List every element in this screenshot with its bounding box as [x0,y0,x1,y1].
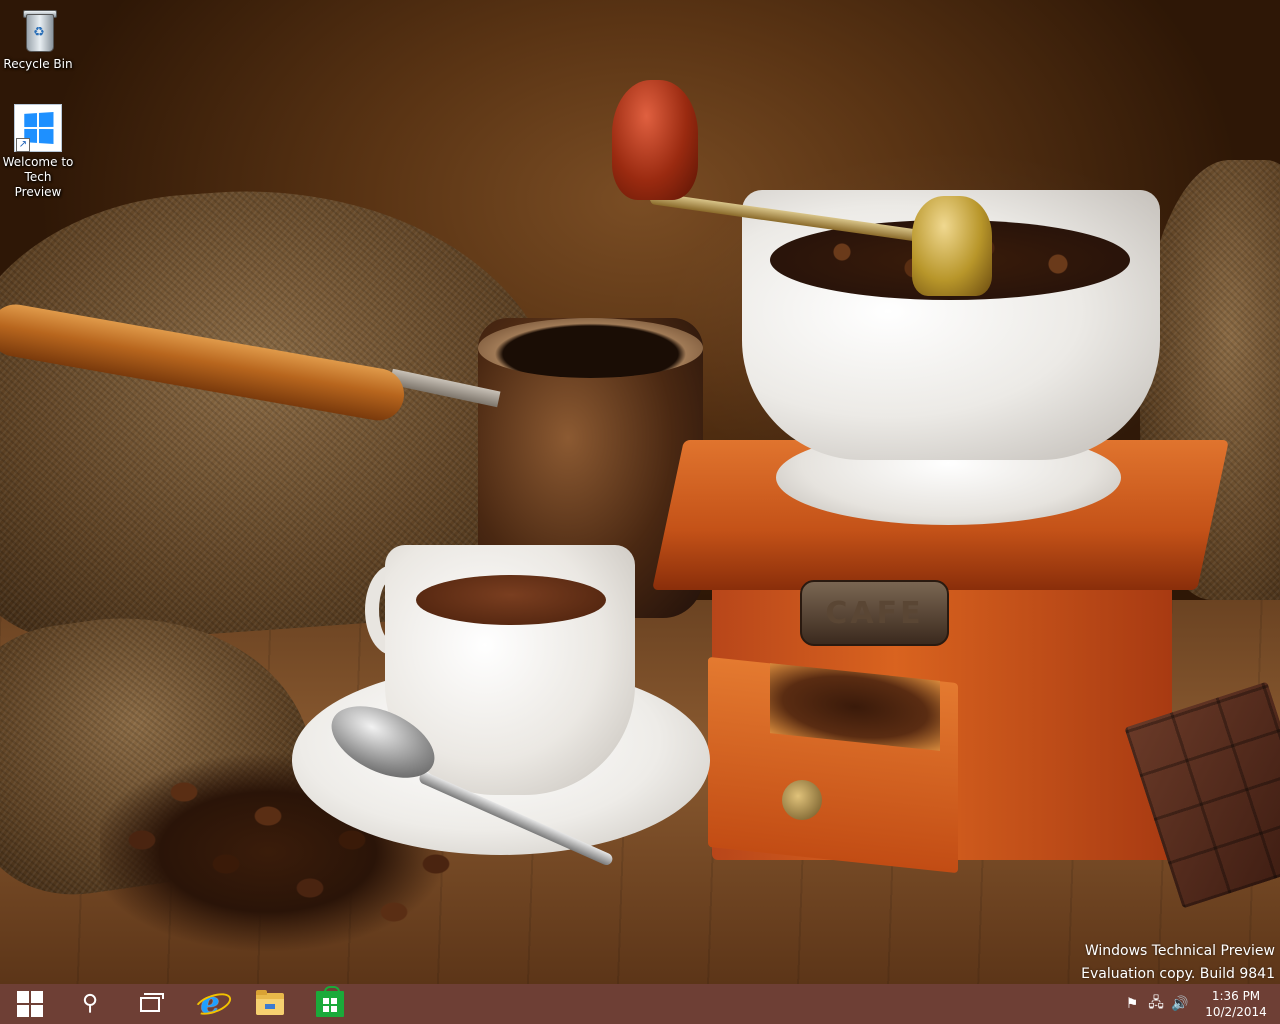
taskbar-clock[interactable]: 1:36 PM 10/2/2014 [1198,984,1274,1024]
search-icon: ⚲ [81,991,99,1016]
watermark-line-2: Evaluation copy. Build 9841 [1081,966,1275,982]
desktop[interactable]: CAFE ♻ Recycle Bin ↗ Welcome to Tech Pre… [0,0,1280,1024]
folder-icon [256,990,284,1015]
recycle-bin-icon: ♻ [14,6,62,54]
start-button[interactable] [0,984,60,1024]
system-tray: ⚑ 🖧 🔊 1:36 PM 10/2/2014 [1120,984,1280,1024]
search-button[interactable]: ⚲ [60,984,120,1024]
flag-icon[interactable]: ⚑ [1120,984,1144,1024]
internet-explorer-button[interactable]: e [180,984,240,1024]
wallpaper-coffee-liquid [416,575,606,625]
evaluation-watermark: Windows Technical Preview Evaluation cop… [1081,940,1275,986]
network-icon[interactable]: 🖧 [1144,984,1168,1024]
task-view-button[interactable] [120,984,180,1024]
task-view-icon [140,992,164,1012]
desktop-icon-label: Welcome to Tech Preview [2,155,74,199]
wallpaper-crank-hub [912,196,992,296]
shortcut-arrow-icon: ↗ [16,138,30,152]
file-explorer-button[interactable] [240,984,300,1024]
speaker-icon[interactable]: 🔊 [1168,984,1192,1024]
wallpaper-grinder-plate: CAFE [800,580,949,646]
desktop-icon-welcome-tech-preview[interactable]: ↗ Welcome to Tech Preview [0,104,76,200]
windows-logo-icon: ↗ [14,104,62,152]
wallpaper-crank-knob [612,80,698,200]
store-icon [316,986,344,1017]
taskbar: ⚲ e ⚑ 🖧 🔊 1:36 PM 10/2/2014 [0,984,1280,1024]
desktop-icon-recycle-bin[interactable]: ♻ Recycle Bin [0,6,76,72]
wallpaper-drawer-knob [782,780,822,820]
store-button[interactable] [300,984,360,1024]
desktop-icon-label: Recycle Bin [3,57,73,71]
clock-date: 10/2/2014 [1205,1005,1267,1019]
watermark-line-1: Windows Technical Preview [1084,943,1275,959]
windows-start-icon [17,991,43,1017]
clock-time: 1:36 PM [1211,989,1261,1003]
wallpaper-copper-pot-rim [478,318,703,378]
